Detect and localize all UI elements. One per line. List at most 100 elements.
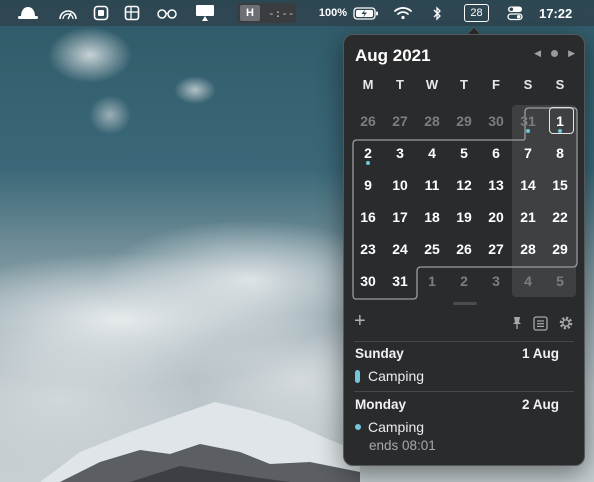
pin-icon[interactable] <box>511 316 523 335</box>
day-cell[interactable]: 21 <box>512 201 544 233</box>
day-cell[interactable]: 28 <box>416 105 448 137</box>
event-title: Camping <box>368 368 425 384</box>
weekday-header: MTWTFSS <box>352 77 576 92</box>
day-cell[interactable]: 16 <box>352 201 384 233</box>
day-grid: 26 27 28 29 30 31 1 2 3 4 5 6 7 8 9 10 11 12 13 14 15 16 17 18 1… <box>352 105 576 297</box>
day-cell[interactable]: 4 <box>512 265 544 297</box>
month-title: Aug 2021 <box>355 46 431 65</box>
bluetooth-icon[interactable] <box>428 0 446 26</box>
day-cell[interactable]: 22 <box>544 201 576 233</box>
hotkey-widget[interactable]: H -:-- <box>237 3 296 23</box>
day-cell[interactable]: 26 <box>448 233 480 265</box>
event-item[interactable]: Camping <box>355 368 424 384</box>
display-icon[interactable] <box>194 0 216 26</box>
today-button[interactable] <box>551 50 559 57</box>
wifi-icon[interactable] <box>392 0 414 26</box>
day-number: 23 <box>360 241 376 257</box>
day-cell[interactable]: 4 <box>416 137 448 169</box>
day-cell[interactable]: 28 <box>512 233 544 265</box>
day-cell[interactable]: 14 <box>512 169 544 201</box>
day-cell[interactable]: 8 <box>544 137 576 169</box>
battery-charging-icon[interactable] <box>352 0 380 26</box>
day-cell[interactable]: 12 <box>448 169 480 201</box>
weekday-label: S <box>523 77 533 92</box>
day-cell[interactable]: 30 <box>352 265 384 297</box>
day-cell[interactable]: 1 <box>416 265 448 297</box>
day-cell[interactable]: 13 <box>480 169 512 201</box>
day-cell[interactable]: 3 <box>480 265 512 297</box>
calendar-menubar-icon[interactable]: 28 <box>464 4 489 22</box>
menubar-clock[interactable]: 17:22 <box>539 0 572 26</box>
day-cell[interactable]: 29 <box>544 233 576 265</box>
day-number: 11 <box>424 177 440 193</box>
month-nav: ◀ ▶ <box>534 48 575 59</box>
day-number: 8 <box>556 145 564 161</box>
menu-bar: H -:-- 100% 28 17:22 <box>0 0 594 26</box>
day-cell[interactable]: 25 <box>416 233 448 265</box>
weekday-label: S <box>555 77 565 92</box>
day-cell[interactable]: 9 <box>352 169 384 201</box>
day-cell[interactable]: 23 <box>352 233 384 265</box>
day-cell[interactable]: 7 <box>512 137 544 169</box>
day-number: 14 <box>520 177 536 193</box>
day-number: 28 <box>520 241 536 257</box>
hotkey-time: -:-- <box>268 6 295 20</box>
day-cell[interactable]: 6 <box>480 137 512 169</box>
event-day-date: 2 Aug <box>522 397 559 412</box>
today-marker <box>549 107 574 134</box>
day-number: 18 <box>424 209 440 225</box>
day-cell[interactable]: 18 <box>416 201 448 233</box>
day-number: 25 <box>424 241 440 257</box>
previous-month-icon[interactable]: ◀ <box>534 48 541 59</box>
day-cell[interactable]: 17 <box>384 201 416 233</box>
day-cell[interactable]: 5 <box>544 265 576 297</box>
control-center-icon[interactable] <box>505 0 525 26</box>
event-item[interactable]: Camping <box>355 419 424 435</box>
day-cell[interactable]: 26 <box>352 105 384 137</box>
day-cell[interactable]: 31 <box>512 105 544 137</box>
event-day-header: Monday 2 Aug <box>355 397 559 412</box>
add-event-icon[interactable]: + <box>354 310 366 333</box>
gauge-icon[interactable] <box>56 0 80 26</box>
mountain-image <box>40 402 360 482</box>
next-month-icon[interactable]: ▶ <box>568 48 575 59</box>
day-cell[interactable]: 27 <box>480 233 512 265</box>
event-title: Camping <box>368 419 425 435</box>
day-number: 31 <box>392 273 408 289</box>
day-cell[interactable]: 24 <box>384 233 416 265</box>
day-number: 27 <box>392 113 408 129</box>
day-cell[interactable]: 11 <box>416 169 448 201</box>
day-cell[interactable]: 19 <box>448 201 480 233</box>
day-cell[interactable]: 2 <box>352 137 384 169</box>
day-cell[interactable]: 2 <box>448 265 480 297</box>
day-number: 29 <box>456 113 472 129</box>
day-cell[interactable]: 29 <box>448 105 480 137</box>
day-number: 17 <box>392 209 408 225</box>
weekday-label: M <box>362 77 374 92</box>
day-cell[interactable]: 15 <box>544 169 576 201</box>
event-end-time: ends 08:01 <box>369 438 436 453</box>
list-icon[interactable] <box>533 315 548 336</box>
day-number: 7 <box>524 145 532 161</box>
toolbar: + <box>354 310 574 336</box>
day-number: 10 <box>392 177 408 193</box>
gear-icon[interactable] <box>558 315 574 336</box>
day-cell[interactable]: 5 <box>448 137 480 169</box>
day-number: 20 <box>488 209 504 225</box>
app-square-icon[interactable] <box>90 0 112 26</box>
day-cell[interactable]: 30 <box>480 105 512 137</box>
event-day-weekday: Sunday <box>355 346 404 361</box>
day-number: 28 <box>424 113 440 129</box>
weather-hat-icon[interactable] <box>16 0 40 26</box>
day-number: 9 <box>364 177 372 193</box>
resize-handle[interactable] <box>453 302 477 305</box>
glasses-icon[interactable] <box>155 0 179 26</box>
day-number: 29 <box>552 241 568 257</box>
day-cell[interactable]: 31 <box>384 265 416 297</box>
day-cell[interactable]: 10 <box>384 169 416 201</box>
day-cell[interactable]: 20 <box>480 201 512 233</box>
calendar-popover: Aug 2021 ◀ ▶ MTWTFSS 26 27 28 29 30 31 1 2 3 4 5 6 7… <box>343 34 585 466</box>
day-cell[interactable]: 3 <box>384 137 416 169</box>
grid-icon[interactable] <box>121 0 143 26</box>
day-cell[interactable]: 27 <box>384 105 416 137</box>
